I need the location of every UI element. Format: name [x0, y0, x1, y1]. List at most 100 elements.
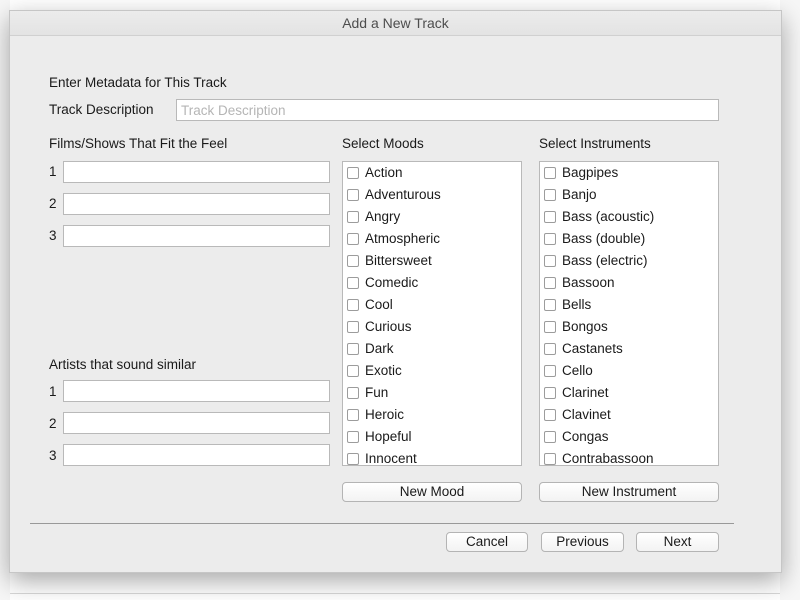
checkbox[interactable] — [544, 211, 556, 223]
checkbox[interactable] — [544, 409, 556, 421]
checkbox[interactable] — [347, 211, 359, 223]
checkbox[interactable] — [347, 365, 359, 377]
dialog-title: Add a New Track — [10, 11, 781, 36]
new-mood-button[interactable]: New Mood — [342, 482, 522, 502]
mood-label: Heroic — [365, 407, 405, 422]
moods-heading: Select Moods — [342, 136, 424, 151]
instrument-label: Banjo — [562, 187, 597, 202]
instrument-item[interactable]: Cello — [544, 362, 593, 380]
instrument-item[interactable]: Clavinet — [544, 406, 611, 424]
mood-label: Cool — [365, 297, 393, 312]
instrument-label: Bass (acoustic) — [562, 209, 655, 224]
instrument-item[interactable]: Bass (double) — [544, 230, 645, 248]
mood-item[interactable]: Cool — [347, 296, 393, 314]
checkbox[interactable] — [347, 453, 359, 465]
instrument-label: Clavinet — [562, 407, 611, 422]
checkbox[interactable] — [544, 431, 556, 443]
mood-item[interactable]: Innocent — [347, 450, 417, 466]
mood-item[interactable]: Atmospheric — [347, 230, 440, 248]
mood-label: Bittersweet — [365, 253, 432, 268]
mood-item[interactable]: Comedic — [347, 274, 418, 292]
instrument-label: Bassoon — [562, 275, 615, 290]
artists-heading: Artists that sound similar — [49, 357, 197, 372]
checkbox[interactable] — [544, 321, 556, 333]
instrument-label: Bass (electric) — [562, 253, 648, 268]
instrument-item[interactable]: Bongos — [544, 318, 608, 336]
checkbox[interactable] — [347, 189, 359, 201]
checkbox[interactable] — [544, 189, 556, 201]
instruments-list[interactable]: Bagpipes Banjo Bass (acoustic) Bass (dou… — [539, 161, 719, 466]
films-row-number-1: 1 — [49, 164, 57, 179]
artists-row-number-3: 3 — [49, 448, 57, 463]
mood-label: Innocent — [365, 451, 417, 466]
checkbox[interactable] — [347, 277, 359, 289]
checkbox[interactable] — [544, 233, 556, 245]
checkbox[interactable] — [347, 167, 359, 179]
film-input-3[interactable] — [63, 225, 330, 247]
checkbox[interactable] — [347, 343, 359, 355]
mood-item[interactable]: Bittersweet — [347, 252, 432, 270]
mood-item[interactable]: Fun — [347, 384, 388, 402]
moods-list[interactable]: Action Adventurous Angry Atmospheric Bit… — [342, 161, 522, 466]
instrument-label: Bagpipes — [562, 165, 619, 180]
instrument-item[interactable]: Congas — [544, 428, 609, 446]
instrument-item[interactable]: Bass (acoustic) — [544, 208, 654, 226]
films-heading: Films/Shows That Fit the Feel — [49, 136, 228, 151]
mood-label: Angry — [365, 209, 401, 224]
track-description-input[interactable] — [176, 99, 719, 121]
instruments-heading: Select Instruments — [539, 136, 651, 151]
next-button[interactable]: Next — [636, 532, 719, 552]
checkbox[interactable] — [544, 167, 556, 179]
instrument-label: Bass (double) — [562, 231, 646, 246]
checkbox[interactable] — [347, 255, 359, 267]
checkbox[interactable] — [347, 431, 359, 443]
checkbox[interactable] — [544, 255, 556, 267]
checkbox[interactable] — [347, 409, 359, 421]
new-instrument-button[interactable]: New Instrument — [539, 482, 719, 502]
mood-label: Hopeful — [365, 429, 412, 444]
mood-label: Dark — [365, 341, 394, 356]
mood-item[interactable]: Heroic — [347, 406, 404, 424]
mood-item[interactable]: Curious — [347, 318, 412, 336]
films-row-number-2: 2 — [49, 196, 57, 211]
cancel-button[interactable]: Cancel — [446, 532, 528, 552]
mood-item[interactable]: Adventurous — [347, 186, 441, 204]
checkbox[interactable] — [347, 387, 359, 399]
artists-row-number-1: 1 — [49, 384, 57, 399]
instrument-item[interactable]: Bells — [544, 296, 591, 314]
mood-item[interactable]: Dark — [347, 340, 394, 358]
artist-input-2[interactable] — [63, 412, 330, 434]
instrument-item[interactable]: Banjo — [544, 186, 597, 204]
artists-row-number-2: 2 — [49, 416, 57, 431]
checkbox[interactable] — [544, 299, 556, 311]
previous-button[interactable]: Previous — [541, 532, 624, 552]
artist-input-3[interactable] — [63, 444, 330, 466]
film-input-2[interactable] — [63, 193, 330, 215]
checkbox[interactable] — [544, 277, 556, 289]
mood-item[interactable]: Exotic — [347, 362, 402, 380]
instrument-item[interactable]: Bagpipes — [544, 164, 618, 182]
artist-input-1[interactable] — [63, 380, 330, 402]
mood-label: Comedic — [365, 275, 419, 290]
checkbox[interactable] — [347, 299, 359, 311]
film-input-1[interactable] — [63, 161, 330, 183]
checkbox[interactable] — [544, 365, 556, 377]
checkbox[interactable] — [347, 233, 359, 245]
checkbox[interactable] — [544, 387, 556, 399]
instrument-label: Cello — [562, 363, 593, 378]
instrument-item[interactable]: Bassoon — [544, 274, 615, 292]
mood-item[interactable]: Action — [347, 164, 403, 182]
mood-item[interactable]: Angry — [347, 208, 400, 226]
instrument-item[interactable]: Clarinet — [544, 384, 609, 402]
mood-label: Adventurous — [365, 187, 441, 202]
checkbox[interactable] — [544, 453, 556, 465]
mood-label: Curious — [365, 319, 412, 334]
instrument-item[interactable]: Bass (electric) — [544, 252, 648, 270]
instrument-item[interactable]: Castanets — [544, 340, 623, 358]
mood-item[interactable]: Hopeful — [347, 428, 412, 446]
checkbox[interactable] — [544, 343, 556, 355]
instrument-label: Castanets — [562, 341, 623, 356]
instrument-item[interactable]: Contrabassoon — [544, 450, 654, 465]
track-description-label: Track Description — [49, 102, 154, 117]
checkbox[interactable] — [347, 321, 359, 333]
